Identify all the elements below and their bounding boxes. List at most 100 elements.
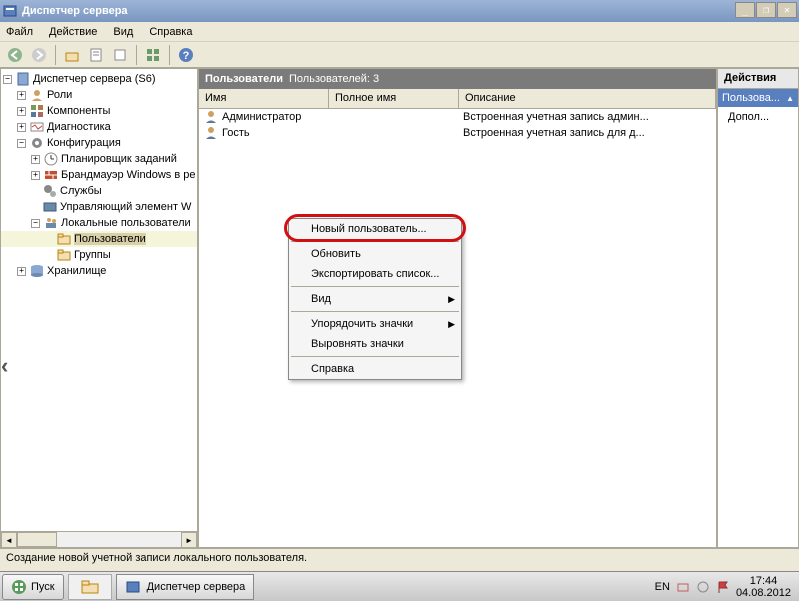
taskbar-app[interactable]: Диспетчер сервера [116, 574, 255, 600]
config-icon [29, 135, 45, 151]
tree-config[interactable]: − Конфигурация [1, 135, 197, 151]
status-bar: Создание новой учетной записи локального… [0, 548, 799, 566]
roles-icon [29, 87, 45, 103]
submenu-arrow-icon: ▶ [448, 294, 455, 305]
maximize-button[interactable]: ❐ [756, 2, 776, 18]
tree-roles[interactable]: + Роли [1, 87, 197, 103]
menubar: Файл Действие Вид Справка [0, 22, 799, 42]
tree-scheduler[interactable]: + Планировщик заданий [1, 151, 197, 167]
scroll-left-button[interactable]: ◄ [1, 532, 17, 547]
svg-text:?: ? [183, 50, 190, 62]
expand-icon[interactable]: + [17, 107, 26, 116]
menu-help[interactable]: Справка [149, 26, 192, 38]
tree-storage[interactable]: + Хранилище [1, 263, 197, 279]
menu-help[interactable]: Справка [289, 359, 461, 379]
col-name[interactable]: Имя [199, 89, 329, 108]
tree-components[interactable]: + Компоненты [1, 103, 197, 119]
tree-root[interactable]: − Диспетчер сервера (S6) [1, 71, 197, 87]
user-icon [203, 109, 219, 125]
tray-icon[interactable] [696, 580, 710, 594]
list-item[interactable]: Администратор Встроенная учетная запись … [199, 109, 716, 125]
toolbar: ? [0, 42, 799, 68]
clock[interactable]: 17:44 04.08.2012 [736, 575, 791, 599]
menu-view[interactable]: Вид▶ [289, 289, 461, 309]
user-icon [203, 125, 219, 141]
firewall-icon [43, 167, 59, 183]
expand-icon[interactable]: + [31, 171, 40, 180]
tree-users[interactable]: Пользователи [1, 231, 197, 247]
menu-action[interactable]: Действие [49, 26, 97, 38]
main-header: Пользователи Пользователей: 3 [199, 69, 716, 89]
tree-panel: − Диспетчер сервера (S6) + Роли + Компон… [1, 69, 199, 547]
services-icon [42, 183, 58, 199]
forward-button[interactable] [28, 44, 50, 66]
collapse-icon[interactable]: − [31, 219, 40, 228]
server-icon [15, 71, 31, 87]
tree-scrollbar[interactable]: ◄ ► [1, 531, 197, 547]
menu-new-user[interactable]: Новый пользователь... [289, 219, 461, 239]
tree-wmi[interactable]: Управляющий элемент W [1, 199, 197, 215]
window-titlebar: Диспетчер сервера _ ❐ ✕ [0, 0, 799, 22]
window-title: Диспетчер сервера [22, 5, 128, 17]
up-button[interactable] [61, 44, 83, 66]
wmi-icon [42, 199, 58, 215]
help-button[interactable]: ? [175, 44, 197, 66]
column-headers: Имя Полное имя Описание [199, 89, 716, 109]
menu-refresh[interactable]: Обновить [289, 244, 461, 264]
scheduler-icon [43, 151, 59, 167]
col-desc[interactable]: Описание [459, 89, 716, 108]
triangle-up-icon: ▲ [786, 94, 794, 103]
properties-button[interactable] [85, 44, 107, 66]
refresh-button[interactable] [142, 44, 164, 66]
menu-view[interactable]: Вид [113, 26, 133, 38]
minimize-button[interactable]: _ [735, 2, 755, 18]
actions-panel: Действия Пользова... ▲ Допол... [716, 69, 798, 547]
tree-localusers[interactable]: − Локальные пользователи [1, 215, 197, 231]
components-icon [29, 103, 45, 119]
expand-icon[interactable]: + [17, 91, 26, 100]
start-button[interactable]: Пуск [2, 574, 64, 600]
collapse-chevron-icon[interactable]: ‹ [1, 353, 8, 379]
app-icon [2, 3, 18, 19]
main-title: Пользователи [205, 73, 283, 85]
actions-header: Действия [718, 69, 798, 89]
expand-icon[interactable]: + [17, 267, 26, 276]
app-icon [125, 579, 141, 595]
export-button[interactable] [109, 44, 131, 66]
system-tray: EN 17:44 04.08.2012 [655, 575, 797, 599]
list-item[interactable]: Гость Встроенная учетная запись для д... [199, 125, 716, 141]
back-button[interactable] [4, 44, 26, 66]
context-menu: Новый пользователь... Обновить Экспортир… [288, 218, 462, 380]
status-text: Создание новой учетной записи локального… [6, 552, 307, 564]
actions-section[interactable]: Пользова... ▲ [718, 89, 798, 107]
language-indicator[interactable]: EN [655, 581, 670, 593]
collapse-icon[interactable]: − [3, 75, 12, 84]
menu-arrange[interactable]: Упорядочить значки▶ [289, 314, 461, 334]
taskbar-explorer[interactable] [68, 574, 112, 600]
scroll-right-button[interactable]: ► [181, 532, 197, 547]
tree-services[interactable]: Службы [1, 183, 197, 199]
menu-align[interactable]: Выровнять значки [289, 334, 461, 354]
close-button[interactable]: ✕ [777, 2, 797, 18]
tree-groups[interactable]: Группы [1, 247, 197, 263]
diagnostics-icon [29, 119, 45, 135]
expand-icon[interactable]: + [31, 155, 40, 164]
submenu-arrow-icon: ▶ [448, 319, 455, 330]
tray-flag-icon[interactable] [716, 580, 730, 594]
menu-export[interactable]: Экспортировать список... [289, 264, 461, 284]
folder-icon [56, 247, 72, 263]
tray-icon[interactable] [676, 580, 690, 594]
menu-file[interactable]: Файл [6, 26, 33, 38]
start-icon [11, 579, 27, 595]
tree-firewall[interactable]: + Брандмауэр Windows в ре [1, 167, 197, 183]
actions-more[interactable]: Допол... [718, 107, 798, 127]
collapse-icon[interactable]: − [17, 139, 26, 148]
col-fullname[interactable]: Полное имя [329, 89, 459, 108]
scroll-thumb[interactable] [17, 532, 57, 547]
localusers-icon [43, 215, 59, 231]
main-count: Пользователей: 3 [289, 73, 379, 85]
taskbar: Пуск Диспетчер сервера EN 17:44 04.08.20… [0, 571, 799, 601]
folder-icon [56, 231, 72, 247]
tree-diagnostics[interactable]: + Диагностика [1, 119, 197, 135]
expand-icon[interactable]: + [17, 123, 26, 132]
